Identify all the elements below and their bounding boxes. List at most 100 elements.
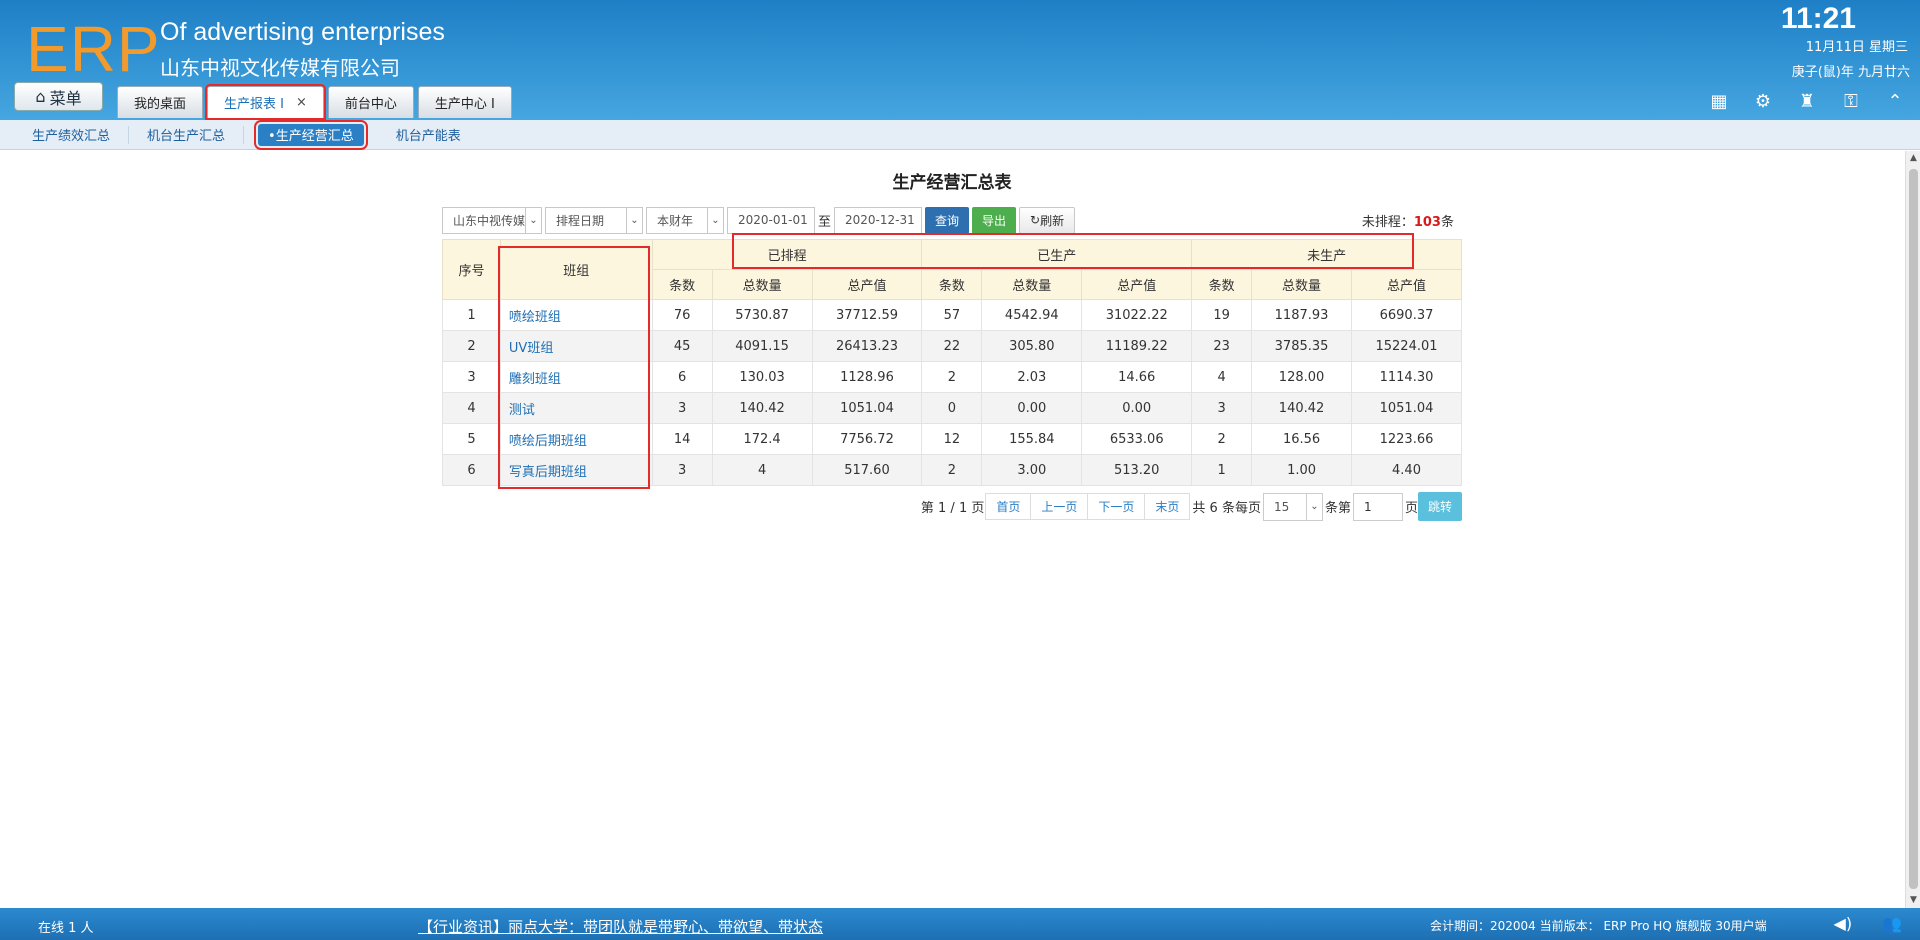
end-date-input[interactable]: 2020-12-31	[834, 206, 923, 234]
cell-q3: 128.00	[1251, 361, 1352, 393]
cell-v3: 1223.66	[1351, 423, 1462, 455]
home-icon: ⌂	[35, 87, 46, 106]
tab-production-center[interactable]: 生产中心 I	[417, 86, 512, 118]
unscheduled-count: 103	[1413, 215, 1441, 230]
news-link[interactable]: 【行业资讯】丽点大学：带团队就是带野心、带欲望、带状态	[418, 916, 823, 937]
size-unit-label: 条第	[1324, 501, 1351, 516]
cell-c3: 3	[1191, 392, 1253, 424]
cell-v2: 6533.06	[1081, 423, 1193, 455]
key-icon[interactable]: ⚿	[1840, 90, 1862, 112]
subnav-performance-summary[interactable]: 生产绩效汇总	[14, 125, 130, 144]
cell-q2: 155.84	[981, 423, 1083, 455]
date-type-select[interactable]: 排程日期 ⌄	[545, 206, 643, 234]
cell-seq: 5	[442, 423, 501, 455]
header-count: 条数	[1191, 269, 1253, 300]
table-row: 6 写真后期班组 3 4 517.60 2 3.00 513.20 1 1.00 4.40	[442, 454, 1462, 486]
cell-seq: 4	[442, 392, 501, 424]
cell-q1: 140.42	[711, 392, 813, 424]
clock-time: 11:21	[1780, 2, 1856, 35]
cell-c2: 2	[921, 454, 983, 486]
cell-c1: 76	[651, 299, 713, 331]
gear-icon[interactable]: ⚙	[1752, 90, 1774, 112]
subnav-machine-capacity[interactable]: 机台产能表	[378, 126, 479, 144]
cell-c1: 3	[651, 454, 713, 486]
header-value: 总产值	[1081, 269, 1193, 300]
footer-icons: ◀) 👥	[1834, 914, 1902, 933]
chevron-down-icon: ⌄	[1305, 493, 1322, 520]
header-qty: 总数量	[711, 269, 813, 300]
tab-label: 生产中心 I	[434, 97, 495, 112]
speaker-icon[interactable]: ◀)	[1834, 914, 1853, 933]
cell-q3: 3785.35	[1251, 330, 1352, 362]
first-page-button[interactable]: 首页	[985, 493, 1032, 520]
subnav-operation-summary[interactable]: •生产经营汇总	[254, 119, 368, 150]
users-icon[interactable]: 👥	[1882, 914, 1902, 933]
shirt-icon[interactable]: ♜	[1796, 90, 1818, 112]
period-value: 本财年	[657, 213, 694, 228]
unscheduled-summary: 未排程：103条	[1362, 211, 1454, 230]
cell-v2: 31022.22	[1081, 299, 1193, 331]
prev-page-button[interactable]: 上一页	[1030, 493, 1089, 520]
cell-c2: 22	[921, 330, 983, 362]
page-number-input[interactable]: 1	[1352, 492, 1403, 521]
page-size-select[interactable]: 15 ⌄	[1262, 492, 1323, 521]
cell-c3: 19	[1191, 299, 1253, 331]
tab-label: 生产报表 I	[224, 97, 284, 112]
table-row: 2 UV班组 45 4091.15 26413.23 22 305.80 11189.22 23…	[442, 330, 1462, 362]
company-select[interactable]: 山东中视传媒 ⌄	[442, 206, 542, 234]
subnav-machine-summary[interactable]: 机台生产汇总	[129, 125, 245, 144]
cell-seq: 6	[442, 454, 501, 486]
toolbar-icons: ▦ ⚙ ♜ ⚿ ⌃	[1708, 90, 1906, 112]
cell-c3: 23	[1191, 330, 1253, 362]
apps-add-icon[interactable]: ▦	[1708, 90, 1730, 112]
export-button[interactable]: 导出	[972, 206, 1017, 234]
tab-production-report[interactable]: 生产报表 I ×	[205, 84, 326, 120]
tab-label: 我的桌面	[134, 97, 187, 112]
refresh-icon: ↻	[1030, 213, 1041, 227]
table-row: 4 测试 3 140.42 1051.04 0 0.00 0.00 3 140.42 1051.04	[442, 392, 1462, 424]
close-icon[interactable]: ×	[296, 95, 307, 110]
cell-v1: 1051.04	[811, 392, 923, 424]
group-link[interactable]: UV班组	[499, 330, 653, 362]
period-select[interactable]: 本财年 ⌄	[646, 206, 724, 234]
app-header: ERP Of advertising enterprises 山东中视文化传媒有…	[0, 0, 1920, 120]
scroll-down-icon[interactable]: ▼	[1906, 893, 1920, 908]
cell-v3: 6690.37	[1351, 299, 1462, 331]
cell-q1: 5730.87	[711, 299, 813, 331]
vertical-scrollbar[interactable]: ▲ ▼	[1905, 151, 1920, 908]
group-link[interactable]: 喷绘后期班组	[499, 423, 653, 455]
version-info: 会计期间：202004 当前版本： ERP Pro HQ 旗舰版 30用户端	[1430, 919, 1767, 933]
header-scheduled: 已排程	[651, 239, 923, 270]
refresh-button[interactable]: ↻ 刷新	[1019, 206, 1076, 234]
group-link[interactable]: 写真后期班组	[499, 454, 653, 486]
last-page-button[interactable]: 末页	[1144, 493, 1191, 520]
cell-v2: 11189.22	[1081, 330, 1193, 362]
table-row: 5 喷绘后期班组 14 172.4 7756.72 12 155.84 6533.06 2 16.…	[442, 423, 1462, 455]
cell-v2: 0.00	[1081, 392, 1193, 424]
tab-my-desktop[interactable]: 我的桌面	[117, 86, 204, 118]
page-size-value: 15	[1273, 499, 1290, 514]
group-link[interactable]: 测试	[499, 392, 653, 424]
group-link[interactable]: 雕刻班组	[499, 361, 653, 393]
menu-label: 菜单	[49, 88, 82, 108]
unscheduled-unit: 条	[1440, 215, 1454, 230]
cell-q3: 16.56	[1251, 423, 1352, 455]
go-button[interactable]: 跳转	[1417, 492, 1462, 521]
cell-q3: 140.42	[1251, 392, 1352, 424]
collapse-up-icon[interactable]: ⌃	[1884, 90, 1906, 112]
scroll-thumb[interactable]	[1909, 169, 1918, 889]
menu-button[interactable]: ⌂ 菜单	[14, 82, 103, 111]
query-button[interactable]: 查询	[925, 206, 970, 234]
cell-c2: 57	[921, 299, 983, 331]
header-count: 条数	[921, 269, 983, 300]
cell-v3: 1114.30	[1351, 361, 1462, 393]
next-page-button[interactable]: 下一页	[1087, 493, 1146, 520]
cell-c1: 3	[651, 392, 713, 424]
header-value: 总产值	[1351, 269, 1462, 300]
tab-front-center[interactable]: 前台中心	[327, 86, 414, 118]
scroll-up-icon[interactable]: ▲	[1906, 151, 1920, 166]
lunar-date: 庚子(鼠)年 九月廿六	[1791, 65, 1910, 80]
cell-c3: 4	[1191, 361, 1253, 393]
start-date-input[interactable]: 2020-01-01	[727, 206, 815, 234]
group-link[interactable]: 喷绘班组	[499, 299, 653, 331]
